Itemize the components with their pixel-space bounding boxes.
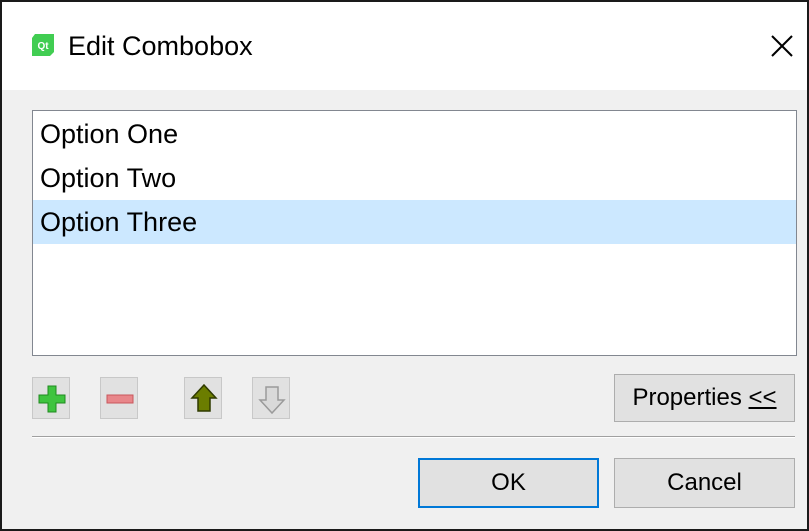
items-list[interactable]: Option One Option Two Option Three: [32, 110, 797, 356]
list-item[interactable]: Option Two: [33, 156, 796, 200]
move-up-button[interactable]: [184, 377, 222, 419]
window-title: Edit Combobox: [68, 31, 253, 61]
title-bar: Qt Edit Combobox: [2, 2, 807, 90]
footer-separator: [32, 436, 795, 438]
close-icon[interactable]: [768, 32, 796, 60]
edit-combobox-dialog: Qt Edit Combobox Option One Option Two O…: [0, 0, 809, 531]
add-item-button[interactable]: [32, 377, 70, 419]
ok-button[interactable]: OK: [418, 458, 599, 508]
properties-toggle-arrows: <<: [748, 384, 777, 411]
properties-toggle-button[interactable]: Properties <<: [614, 374, 795, 422]
qt-logo-icon: Qt: [32, 34, 54, 56]
arrow-up-icon: [190, 383, 218, 412]
move-down-button[interactable]: [252, 377, 290, 419]
list-item[interactable]: Option One: [33, 112, 796, 156]
properties-label: Properties: [632, 384, 749, 411]
plus-icon: [38, 385, 66, 413]
list-item-selected[interactable]: Option Three: [33, 200, 796, 244]
svg-text:Qt: Qt: [37, 41, 49, 52]
minus-icon: [106, 394, 134, 404]
cancel-button[interactable]: Cancel: [614, 458, 795, 508]
remove-item-button[interactable]: [100, 377, 138, 419]
arrow-down-icon: [258, 386, 286, 415]
